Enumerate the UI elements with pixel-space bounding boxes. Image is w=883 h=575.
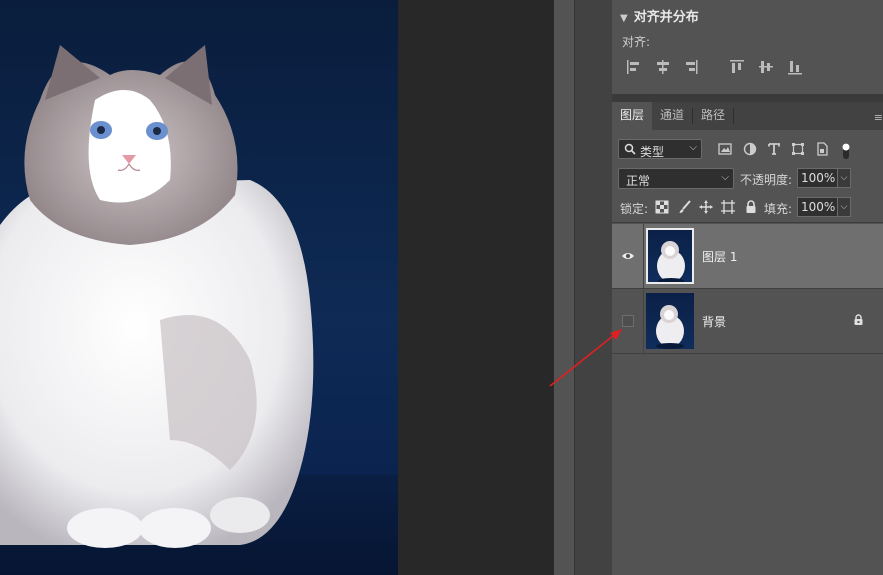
layers-list-divider [612,222,883,223]
type-layer-filter-icon[interactable] [767,142,781,156]
shape-layer-filter-icon[interactable] [791,142,805,156]
filter-kind-label: 类型 [640,145,665,159]
blend-mode-select[interactable]: 正常 ⌵ [618,168,734,189]
layer-filter-select[interactable]: 类型 ⌵ [618,139,702,159]
dock-strip [553,0,574,575]
layer-divider [612,353,883,354]
opacity-input[interactable]: 100% [797,168,839,188]
layer-thumbnail[interactable] [646,228,694,284]
layer-row-layer1[interactable]: 图层 1 [612,224,883,288]
align-bottom-edges-icon[interactable] [787,58,803,76]
tab-channels[interactable]: 通道 [652,102,692,130]
align-vertical-centers-icon[interactable] [758,58,774,76]
smart-object-filter-icon[interactable] [815,142,829,156]
align-panel-title: 对齐并分布 [633,10,699,25]
align-panel-header[interactable]: ▼ 对齐并分布 [620,6,699,25]
layers-panel-tabs: 图层 通道 路径 ≡ [612,102,883,130]
pasteboard [398,0,553,575]
cat-thumbnail-image [657,241,685,282]
lock-transparent-pixels-icon[interactable] [655,200,669,214]
fill-input[interactable]: 100% [797,197,839,217]
align-top-edges-icon[interactable] [729,58,745,76]
layer-name[interactable]: 背景 [702,313,726,330]
visibility-toggle[interactable] [612,224,644,288]
blend-mode-value: 正常 [626,174,651,188]
chevron-down-icon[interactable]: ▼ [620,13,628,24]
align-horizontal-centers-icon[interactable] [655,58,671,76]
lock-artboard-icon[interactable] [721,200,735,214]
tab-paths[interactable]: 路径 [693,102,733,130]
layer-thumbnail[interactable] [646,293,694,349]
align-label: 对齐: [622,35,651,49]
pixel-layer-filter-icon[interactable] [718,142,732,156]
ragdoll-cat-photo [0,45,314,548]
document-canvas[interactable] [0,0,398,575]
adjustment-layer-filter-icon[interactable] [743,142,757,156]
search-icon [624,143,636,155]
eye-icon [622,253,634,259]
tab-layers[interactable]: 图层 [612,102,652,130]
lock-position-icon[interactable] [699,200,713,214]
panels-area: ▼ 对齐并分布 对齐: 图层 通道 路径 ≡ 类型 ⌵ 正常 ⌵ 不透明度: 1… [612,0,883,575]
layer-row-background[interactable]: 背景 [612,289,883,353]
opacity-dropdown-button[interactable]: ⌵ [837,168,851,188]
opacity-label: 不透明度: [740,173,793,187]
annotation-arrow-icon [549,329,622,387]
chevron-down-icon: ⌵ [689,142,697,153]
fill-dropdown-button[interactable]: ⌵ [837,197,851,217]
fill-label: 填充: [764,202,793,216]
tab-divider [733,108,734,124]
lock-label: 锁定: [620,202,649,216]
lock-image-pixels-icon[interactable] [678,200,692,214]
panel-separator [612,94,883,102]
align-right-edges-icon[interactable] [683,58,699,76]
lock-icon [854,314,863,325]
panel-menu-icon[interactable]: ≡ [874,111,883,124]
layer-name[interactable]: 图层 1 [702,248,737,265]
filter-toggle-icon[interactable] [841,142,855,159]
cat-thumbnail-image [656,305,684,349]
align-left-edges-icon[interactable] [626,58,642,76]
chevron-down-icon: ⌵ [721,172,729,183]
collapsed-panel-dock [574,0,613,575]
lock-all-icon[interactable] [744,200,758,214]
